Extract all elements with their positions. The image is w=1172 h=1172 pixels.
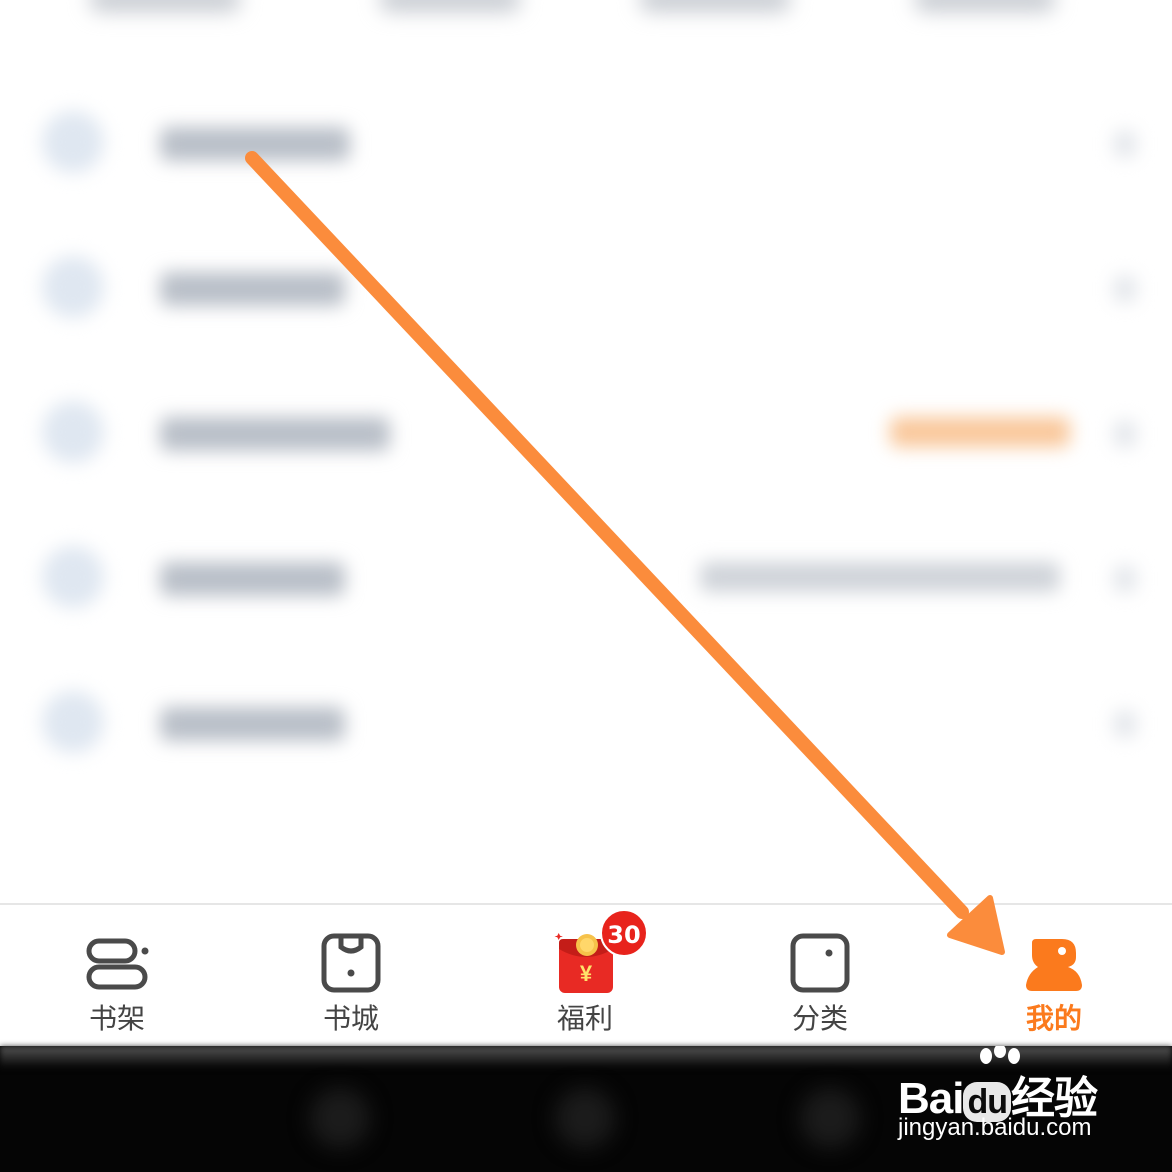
list-item[interactable] [0, 365, 1172, 485]
list-item-label [160, 417, 390, 451]
tab-category[interactable]: 分类 [703, 905, 937, 1047]
tab-label: 书城 [322, 1002, 379, 1035]
tab-label: 福利 [556, 1002, 613, 1035]
tab-bookshelf[interactable]: 书架 [0, 905, 234, 1047]
list-item-label [160, 707, 345, 741]
tab-label: 分类 [791, 1002, 848, 1035]
category-icon [790, 933, 850, 993]
bookshelf-icon [86, 938, 149, 990]
list-item-label [160, 272, 345, 306]
list-item[interactable] [0, 75, 1172, 195]
baidu-jingyan-watermark: Bai du经验 jingyan.baidu.com [898, 1046, 1158, 1160]
chevron-right-icon [1114, 711, 1136, 737]
blurred-settings-list [0, 60, 1172, 860]
tab-label: 我的 [1025, 1002, 1082, 1035]
yuan-symbol: ¥ [580, 961, 593, 986]
blurred-header-strip [0, 0, 1172, 20]
tab-label: 书架 [88, 1002, 145, 1035]
chevron-right-icon [1114, 566, 1136, 592]
list-item-value [700, 562, 1060, 592]
tab-welfare[interactable]: ¥ 福利 [468, 905, 702, 1047]
list-item-icon [42, 256, 104, 318]
recents-icon[interactable] [800, 1088, 860, 1148]
tab-bookstore[interactable]: 书城 [234, 905, 468, 1047]
watermark-url: jingyan.baidu.com [898, 1114, 1092, 1141]
list-item[interactable] [0, 510, 1172, 630]
profile-icon [1026, 939, 1082, 991]
list-item-label [160, 562, 345, 596]
home-icon[interactable] [555, 1088, 615, 1148]
list-item-icon [42, 111, 104, 173]
chevron-right-icon [1114, 276, 1136, 302]
list-item[interactable] [0, 655, 1172, 775]
screen: 书架 书城 ¥ 福利 分类 我的 30 Bai du经验 jingyan.bai… [0, 0, 1172, 1172]
bookstore-icon [321, 933, 381, 993]
list-item-icon [42, 546, 104, 608]
notification-badge: 30 [600, 909, 648, 957]
list-item-icon [42, 401, 104, 463]
list-item-value [890, 417, 1070, 447]
list-item-icon [42, 691, 104, 753]
chevron-right-icon [1114, 421, 1136, 447]
list-item-label [160, 127, 350, 161]
bottom-tab-bar: 书架 书城 ¥ 福利 分类 我的 [0, 903, 1172, 1047]
list-item[interactable] [0, 220, 1172, 340]
chevron-right-icon [1114, 131, 1136, 157]
back-icon[interactable] [310, 1088, 370, 1148]
tab-profile[interactable]: 我的 [937, 905, 1171, 1047]
